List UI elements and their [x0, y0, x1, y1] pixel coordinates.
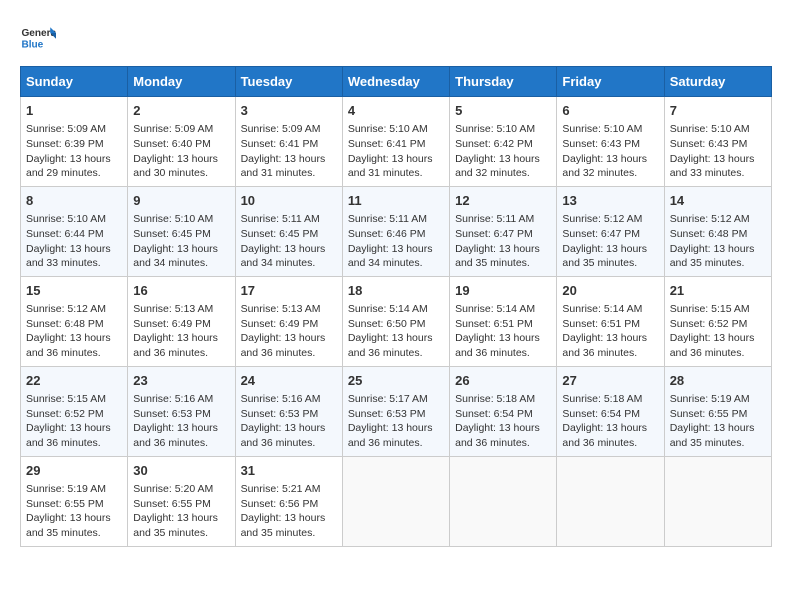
calendar-cell: 25Sunrise: 5:17 AMSunset: 6:53 PMDayligh… [342, 366, 449, 456]
calendar-cell: 14Sunrise: 5:12 AMSunset: 6:48 PMDayligh… [664, 186, 771, 276]
calendar-cell: 28Sunrise: 5:19 AMSunset: 6:55 PMDayligh… [664, 366, 771, 456]
day-number: 6 [562, 102, 658, 120]
calendar-table: SundayMondayTuesdayWednesdayThursdayFrid… [20, 66, 772, 547]
calendar-cell: 12Sunrise: 5:11 AMSunset: 6:47 PMDayligh… [450, 186, 557, 276]
day-number: 3 [241, 102, 337, 120]
calendar-cell: 7Sunrise: 5:10 AMSunset: 6:43 PMDaylight… [664, 97, 771, 187]
calendar-cell: 15Sunrise: 5:12 AMSunset: 6:48 PMDayligh… [21, 276, 128, 366]
header-day: Sunday [21, 67, 128, 97]
calendar-cell: 29Sunrise: 5:19 AMSunset: 6:55 PMDayligh… [21, 456, 128, 546]
day-number: 10 [241, 192, 337, 210]
calendar-header: SundayMondayTuesdayWednesdayThursdayFrid… [21, 67, 772, 97]
svg-text:Blue: Blue [21, 39, 43, 50]
calendar-cell: 6Sunrise: 5:10 AMSunset: 6:43 PMDaylight… [557, 97, 664, 187]
day-number: 12 [455, 192, 551, 210]
calendar-cell: 23Sunrise: 5:16 AMSunset: 6:53 PMDayligh… [128, 366, 235, 456]
calendar-cell [557, 456, 664, 546]
day-number: 23 [133, 372, 229, 390]
header-day: Thursday [450, 67, 557, 97]
day-number: 27 [562, 372, 658, 390]
day-number: 31 [241, 462, 337, 480]
day-number: 15 [26, 282, 122, 300]
calendar-cell [664, 456, 771, 546]
day-number: 26 [455, 372, 551, 390]
day-number: 9 [133, 192, 229, 210]
header-day: Wednesday [342, 67, 449, 97]
calendar-cell: 26Sunrise: 5:18 AMSunset: 6:54 PMDayligh… [450, 366, 557, 456]
calendar-cell: 8Sunrise: 5:10 AMSunset: 6:44 PMDaylight… [21, 186, 128, 276]
day-number: 13 [562, 192, 658, 210]
calendar-week-row: 22Sunrise: 5:15 AMSunset: 6:52 PMDayligh… [21, 366, 772, 456]
day-number: 20 [562, 282, 658, 300]
day-number: 28 [670, 372, 766, 390]
calendar-cell: 24Sunrise: 5:16 AMSunset: 6:53 PMDayligh… [235, 366, 342, 456]
calendar-week-row: 29Sunrise: 5:19 AMSunset: 6:55 PMDayligh… [21, 456, 772, 546]
calendar-cell: 18Sunrise: 5:14 AMSunset: 6:50 PMDayligh… [342, 276, 449, 366]
calendar-cell: 1Sunrise: 5:09 AMSunset: 6:39 PMDaylight… [21, 97, 128, 187]
day-number: 17 [241, 282, 337, 300]
day-number: 2 [133, 102, 229, 120]
header-day: Saturday [664, 67, 771, 97]
header-day: Tuesday [235, 67, 342, 97]
calendar-cell: 9Sunrise: 5:10 AMSunset: 6:45 PMDaylight… [128, 186, 235, 276]
calendar-week-row: 15Sunrise: 5:12 AMSunset: 6:48 PMDayligh… [21, 276, 772, 366]
calendar-cell: 19Sunrise: 5:14 AMSunset: 6:51 PMDayligh… [450, 276, 557, 366]
day-number: 30 [133, 462, 229, 480]
calendar-cell: 30Sunrise: 5:20 AMSunset: 6:55 PMDayligh… [128, 456, 235, 546]
calendar-cell: 20Sunrise: 5:14 AMSunset: 6:51 PMDayligh… [557, 276, 664, 366]
calendar-cell: 13Sunrise: 5:12 AMSunset: 6:47 PMDayligh… [557, 186, 664, 276]
calendar-cell: 4Sunrise: 5:10 AMSunset: 6:41 PMDaylight… [342, 97, 449, 187]
day-number: 4 [348, 102, 444, 120]
day-number: 8 [26, 192, 122, 210]
calendar-cell: 2Sunrise: 5:09 AMSunset: 6:40 PMDaylight… [128, 97, 235, 187]
day-number: 16 [133, 282, 229, 300]
day-number: 14 [670, 192, 766, 210]
day-number: 19 [455, 282, 551, 300]
calendar-cell: 10Sunrise: 5:11 AMSunset: 6:45 PMDayligh… [235, 186, 342, 276]
calendar-cell: 11Sunrise: 5:11 AMSunset: 6:46 PMDayligh… [342, 186, 449, 276]
header-row: SundayMondayTuesdayWednesdayThursdayFrid… [21, 67, 772, 97]
day-number: 5 [455, 102, 551, 120]
day-number: 22 [26, 372, 122, 390]
page-header: General Blue [20, 20, 772, 56]
logo-icon: General Blue [20, 20, 56, 56]
calendar-body: 1Sunrise: 5:09 AMSunset: 6:39 PMDaylight… [21, 97, 772, 547]
header-day: Friday [557, 67, 664, 97]
calendar-cell: 5Sunrise: 5:10 AMSunset: 6:42 PMDaylight… [450, 97, 557, 187]
day-number: 24 [241, 372, 337, 390]
calendar-cell: 22Sunrise: 5:15 AMSunset: 6:52 PMDayligh… [21, 366, 128, 456]
day-number: 1 [26, 102, 122, 120]
calendar-cell: 16Sunrise: 5:13 AMSunset: 6:49 PMDayligh… [128, 276, 235, 366]
header-day: Monday [128, 67, 235, 97]
calendar-cell: 17Sunrise: 5:13 AMSunset: 6:49 PMDayligh… [235, 276, 342, 366]
logo: General Blue [20, 20, 56, 56]
calendar-cell: 21Sunrise: 5:15 AMSunset: 6:52 PMDayligh… [664, 276, 771, 366]
day-number: 29 [26, 462, 122, 480]
calendar-cell: 31Sunrise: 5:21 AMSunset: 6:56 PMDayligh… [235, 456, 342, 546]
day-number: 25 [348, 372, 444, 390]
calendar-cell: 3Sunrise: 5:09 AMSunset: 6:41 PMDaylight… [235, 97, 342, 187]
calendar-week-row: 8Sunrise: 5:10 AMSunset: 6:44 PMDaylight… [21, 186, 772, 276]
calendar-week-row: 1Sunrise: 5:09 AMSunset: 6:39 PMDaylight… [21, 97, 772, 187]
day-number: 18 [348, 282, 444, 300]
calendar-cell [450, 456, 557, 546]
day-number: 21 [670, 282, 766, 300]
calendar-cell: 27Sunrise: 5:18 AMSunset: 6:54 PMDayligh… [557, 366, 664, 456]
day-number: 11 [348, 192, 444, 210]
calendar-cell [342, 456, 449, 546]
day-number: 7 [670, 102, 766, 120]
